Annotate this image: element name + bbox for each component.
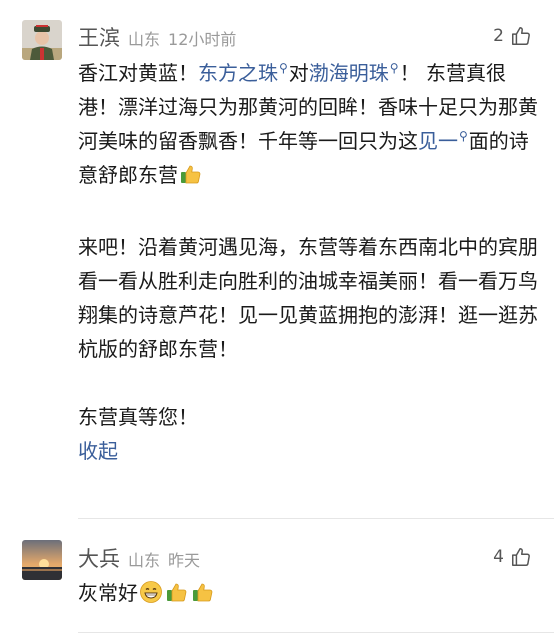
like-button[interactable]: 4 (493, 546, 532, 568)
timestamp: 12小时前 (168, 30, 237, 49)
divider (78, 518, 554, 519)
grin-emoji-icon (139, 580, 163, 614)
thumbs-up-outline-icon (512, 548, 530, 566)
search-link[interactable]: 见一 (418, 129, 458, 153)
thumbs-up-emoji-icon (165, 580, 189, 614)
text-segment: 灰常好 (78, 581, 138, 605)
comment-text: 香江对黄蓝！东方之珠⚲对渤海明珠⚲！ 东营真很港！漂洋过海只为那黄河的回眸！香味… (78, 56, 538, 468)
text-segment: 东营真等您！ (78, 405, 198, 429)
search-link[interactable]: 渤海明珠 (309, 61, 389, 85)
text-segment: 对 (288, 61, 309, 85)
avatar[interactable] (22, 20, 62, 60)
text-segment: 香江对黄蓝！ (78, 61, 198, 85)
username[interactable]: 王滨 (78, 22, 120, 52)
avatar-sunset-icon (22, 540, 62, 580)
search-icon[interactable]: ⚲ (459, 130, 468, 142)
comment-text: 灰常好 (78, 576, 538, 614)
thumbs-up-emoji-icon (179, 162, 203, 196)
username[interactable]: 大兵 (78, 543, 120, 573)
search-link[interactable]: 东方之珠 (198, 61, 278, 85)
avatar-person-uniform-icon (22, 20, 62, 60)
search-icon[interactable]: ⚲ (390, 62, 399, 74)
timestamp: 昨天 (168, 551, 201, 570)
comment-header: 大兵 山东 昨天 (78, 543, 200, 573)
avatar[interactable] (22, 540, 62, 580)
paragraph: 来吧！沿着黄河遇见海，东营等着东西南北中的宾朋看一看从胜利走向胜利的油城幸福美丽… (78, 235, 538, 361)
collapse-link[interactable]: 收起 (78, 434, 538, 468)
like-button[interactable]: 2 (493, 25, 532, 47)
location: 山东 (128, 551, 161, 570)
like-count: 2 (493, 26, 504, 46)
paragraph: 灰常好 (78, 576, 538, 614)
thumbs-up-emoji-icon (191, 580, 215, 614)
comment-header: 王滨 山东 12小时前 (78, 22, 236, 52)
divider (78, 632, 554, 633)
search-icon[interactable]: ⚲ (279, 62, 288, 74)
paragraph: 东营真等您！ 收起 (78, 400, 538, 468)
thumbs-up-outline-icon (512, 27, 530, 45)
paragraph: 香江对黄蓝！东方之珠⚲对渤海明珠⚲！ 东营真很港！漂洋过海只为那黄河的回眸！香味… (78, 56, 538, 196)
like-count: 4 (493, 547, 504, 567)
location: 山东 (128, 30, 161, 49)
